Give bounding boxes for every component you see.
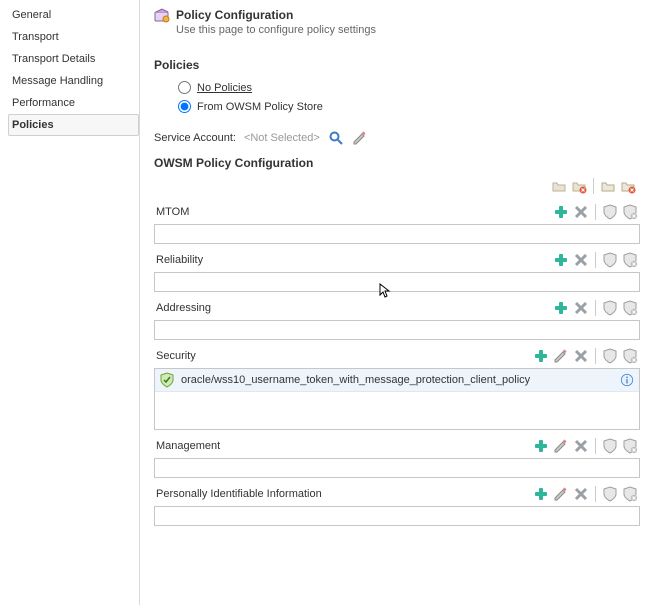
category-actions [533,348,638,364]
edit-icon[interactable] [352,130,368,146]
policy-config-icon [154,8,170,27]
radio-from-owsm[interactable]: From OWSM Policy Store [154,97,640,116]
sidebar-item-transport[interactable]: Transport [8,26,139,48]
sidebar-item-label: Performance [12,97,75,109]
sidebar-item-label: Message Handling [12,75,103,87]
sidebar-item-label: General [12,9,51,21]
owsm-heading: OWSM Policy Configuration [154,156,640,170]
policy-name: oracle/wss10_username_token_with_message… [181,374,613,386]
category-actions [553,204,638,220]
category-title: Reliability [156,254,203,266]
category-title: Personally Identifiable Information [156,488,322,500]
edit-icon[interactable] [553,348,569,364]
delete-icon[interactable] [573,348,589,364]
sidebar-item-label: Transport Details [12,53,95,65]
folder-alt-remove-icon[interactable] [620,178,636,194]
separator [595,438,596,454]
shield-remove-icon[interactable] [622,348,638,364]
radio-from-owsm-label[interactable]: From OWSM Policy Store [197,101,323,113]
category-actions [533,486,638,502]
sidebar-item-general[interactable]: General [8,4,139,26]
page-subtitle: Use this page to configure policy settin… [176,24,376,36]
sidebar-item-performance[interactable]: Performance [8,92,139,114]
category-box: oracle/wss10_username_token_with_message… [154,368,640,430]
category-mtom: MTOM [154,204,640,244]
delete-icon[interactable] [573,204,589,220]
add-icon[interactable] [533,438,549,454]
add-icon[interactable] [533,348,549,364]
folder-icon[interactable] [551,178,567,194]
service-account-label: Service Account: [154,132,236,144]
shield-icon[interactable] [602,348,618,364]
category-box [154,506,640,526]
shield-icon[interactable] [602,486,618,502]
category-actions [533,438,638,454]
shield-icon[interactable] [602,252,618,268]
separator [595,252,596,268]
category-title: Security [156,350,196,362]
folder-alt-icon[interactable] [600,178,616,194]
shield-ok-icon [159,372,175,388]
sidebar-item-label: Policies [12,119,54,131]
delete-icon[interactable] [573,252,589,268]
shield-icon[interactable] [602,438,618,454]
add-icon[interactable] [533,486,549,502]
category-title: Addressing [156,302,211,314]
edit-icon[interactable] [553,438,569,454]
separator [595,486,596,502]
radio-no-policies-input[interactable] [178,81,191,94]
shield-remove-icon[interactable] [622,252,638,268]
add-icon[interactable] [553,300,569,316]
category-actions [553,300,638,316]
policy-row[interactable]: oracle/wss10_username_token_with_message… [155,369,639,392]
shield-icon[interactable] [602,300,618,316]
category-title: MTOM [156,206,189,218]
sidebar-item-message-handling[interactable]: Message Handling [8,70,139,92]
edit-icon[interactable] [553,486,569,502]
category-box [154,272,640,292]
info-icon[interactable] [619,372,635,388]
policies-heading: Policies [154,58,640,72]
delete-icon[interactable] [573,300,589,316]
category-box [154,320,640,340]
shield-remove-icon[interactable] [622,300,638,316]
radio-no-policies-label[interactable]: No Policies [197,82,252,94]
sidebar-item-transport-details[interactable]: Transport Details [8,48,139,70]
category-pii: Personally Identifiable Information [154,486,640,526]
separator [595,204,596,220]
main-panel: Policy Configuration Use this page to co… [140,0,650,605]
owsm-top-toolbar [154,176,640,196]
browse-icon[interactable] [328,130,344,146]
sidebar-item-label: Transport [12,31,59,43]
category-reliability: Reliability [154,252,640,292]
page-title: Policy Configuration [176,8,376,22]
separator [595,300,596,316]
category-box [154,458,640,478]
sidebar: General Transport Transport Details Mess… [0,0,140,605]
folder-remove-icon[interactable] [571,178,587,194]
radio-no-policies[interactable]: No Policies [154,78,640,97]
category-title: Management [156,440,220,452]
category-addressing: Addressing [154,300,640,340]
category-box [154,224,640,244]
shield-remove-icon[interactable] [622,486,638,502]
shield-icon[interactable] [602,204,618,220]
category-security: Security oracle/wss10_username_token_with… [154,348,640,430]
service-account-value: <Not Selected> [244,132,320,144]
radio-from-owsm-input[interactable] [178,100,191,113]
category-actions [553,252,638,268]
delete-icon[interactable] [573,486,589,502]
category-management: Management [154,438,640,478]
add-icon[interactable] [553,252,569,268]
sidebar-item-policies[interactable]: Policies [8,114,139,136]
shield-remove-icon[interactable] [622,438,638,454]
delete-icon[interactable] [573,438,589,454]
add-icon[interactable] [553,204,569,220]
separator [593,178,594,194]
shield-remove-icon[interactable] [622,204,638,220]
separator [595,348,596,364]
